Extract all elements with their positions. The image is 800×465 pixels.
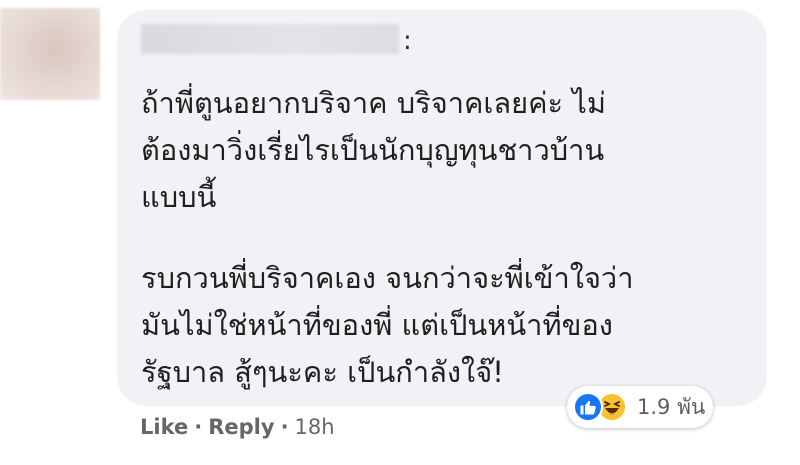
comment-paragraph-2: รบกวนพี่บริจาคเอง จนกว่าจะพี่เข้าใจว่า ม… bbox=[141, 261, 634, 389]
reply-button[interactable]: Reply bbox=[208, 415, 274, 439]
author-name-redacted bbox=[141, 24, 399, 54]
comment-container: : ถ้าพี่ตูนอยากบริจาค บริจาคเลยค่ะ ไม่ ต… bbox=[0, 0, 800, 465]
separator-dot: · bbox=[194, 415, 203, 439]
comment-paragraph-1: ถ้าพี่ตูนอยากบริจาค บริจาคเลยค่ะ ไม่ ต้อ… bbox=[141, 86, 606, 214]
separator-dot: · bbox=[280, 415, 289, 439]
timestamp[interactable]: 18h bbox=[295, 415, 335, 439]
comment-author[interactable]: : bbox=[141, 24, 412, 54]
like-button[interactable]: Like bbox=[140, 415, 188, 439]
reaction-count: 1.9 พัน bbox=[637, 394, 706, 419]
reaction-summary[interactable]: 1.9 พัน bbox=[567, 386, 714, 428]
like-icon bbox=[573, 392, 603, 422]
avatar[interactable] bbox=[0, 8, 100, 100]
author-separator: : bbox=[403, 26, 412, 56]
comment-actions: Like · Reply · 18h bbox=[140, 415, 335, 439]
comment-bubble: : ถ้าพี่ตูนอยากบริจาค บริจาคเลยค่ะ ไม่ ต… bbox=[117, 10, 767, 406]
